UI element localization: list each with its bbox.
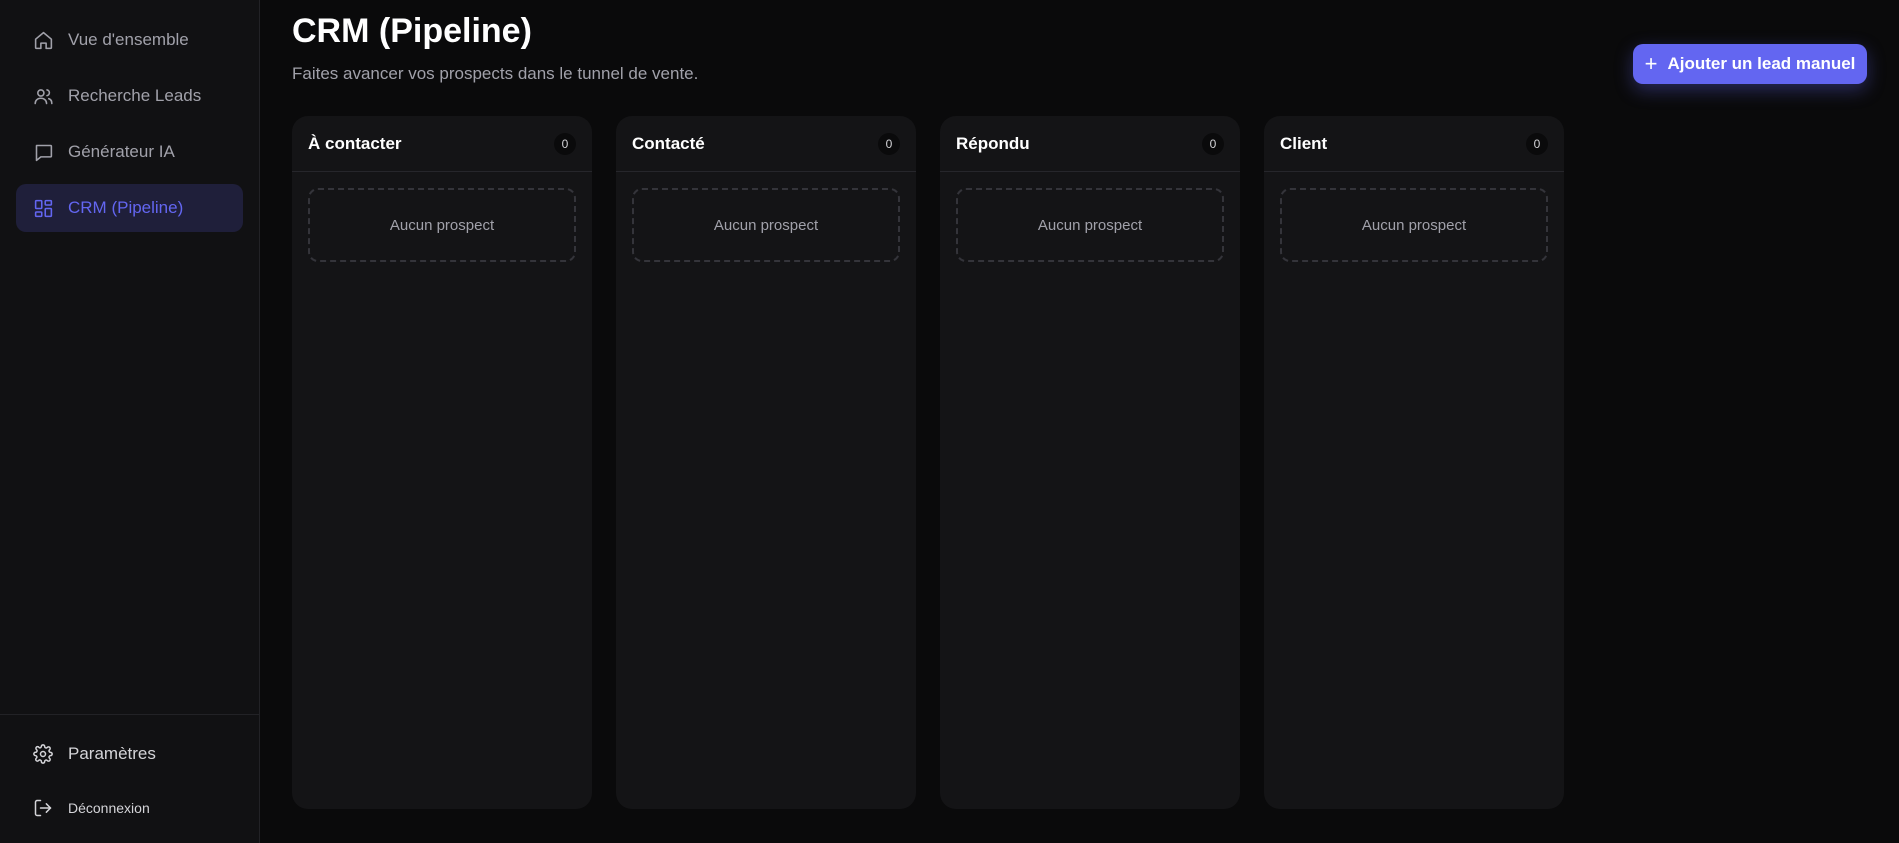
sidebar-item-ai-generator[interactable]: Générateur IA bbox=[16, 128, 243, 176]
grid-icon bbox=[32, 197, 54, 219]
add-lead-button-label: Ajouter un lead manuel bbox=[1667, 54, 1856, 73]
pipeline-column-to-contact[interactable]: À contacter 0 Aucun prospect bbox=[292, 116, 592, 809]
column-body: Aucun prospect bbox=[616, 172, 916, 278]
column-title: À contacter bbox=[308, 133, 402, 153]
sidebar-item-crm-pipeline[interactable]: CRM (Pipeline) bbox=[16, 184, 243, 232]
empty-state: Aucun prospect bbox=[308, 188, 576, 262]
plus-icon: + bbox=[1644, 51, 1658, 76]
pipeline-board: À contacter 0 Aucun prospect Contacté 0 … bbox=[292, 116, 1867, 809]
users-icon bbox=[32, 85, 54, 107]
pipeline-column-client[interactable]: Client 0 Aucun prospect bbox=[1264, 116, 1564, 809]
gear-icon bbox=[32, 743, 54, 765]
settings-label: Paramètres bbox=[68, 744, 156, 763]
column-header: Répondu 0 bbox=[940, 116, 1240, 172]
home-icon bbox=[32, 29, 54, 51]
page-title: CRM (Pipeline) bbox=[292, 12, 532, 50]
column-header: Client 0 bbox=[1264, 116, 1564, 172]
settings-link[interactable]: Paramètres bbox=[16, 731, 243, 777]
logout-link[interactable]: Déconnexion bbox=[16, 785, 243, 831]
sidebar-item-label: CRM (Pipeline) bbox=[68, 198, 184, 217]
empty-state: Aucun prospect bbox=[632, 188, 900, 262]
page-header: CRM (Pipeline) Faites avancer vos prospe… bbox=[292, 0, 1867, 116]
empty-state: Aucun prospect bbox=[956, 188, 1224, 262]
pipeline-column-contacted[interactable]: Contacté 0 Aucun prospect bbox=[616, 116, 916, 809]
column-header: Contacté 0 bbox=[616, 116, 916, 172]
column-body: Aucun prospect bbox=[1264, 172, 1564, 278]
column-title: Client bbox=[1280, 133, 1328, 153]
sidebar: Vue d'ensemble Recherche Leads Générateu… bbox=[0, 0, 260, 843]
sidebar-footer: Paramètres Déconnexion bbox=[0, 714, 259, 843]
logout-label: Déconnexion bbox=[68, 800, 150, 816]
message-square-icon bbox=[32, 141, 54, 163]
column-title: Répondu bbox=[956, 133, 1030, 153]
count-badge: 0 bbox=[1202, 132, 1224, 155]
logout-icon bbox=[32, 797, 54, 819]
sidebar-item-label: Générateur IA bbox=[68, 142, 175, 161]
count-badge: 0 bbox=[554, 132, 576, 155]
count-badge: 0 bbox=[1526, 132, 1548, 155]
sidebar-item-lead-search[interactable]: Recherche Leads bbox=[16, 72, 243, 120]
column-body: Aucun prospect bbox=[940, 172, 1240, 278]
empty-state: Aucun prospect bbox=[1280, 188, 1548, 262]
sidebar-nav: Vue d'ensemble Recherche Leads Générateu… bbox=[0, 0, 259, 240]
pipeline-column-replied[interactable]: Répondu 0 Aucun prospect bbox=[940, 116, 1240, 809]
count-badge: 0 bbox=[878, 132, 900, 155]
column-title: Contacté bbox=[632, 133, 705, 153]
main-content: CRM (Pipeline) Faites avancer vos prospe… bbox=[260, 0, 1899, 843]
page-subtitle: Faites avancer vos prospects dans le tun… bbox=[292, 64, 699, 83]
column-header: À contacter 0 bbox=[292, 116, 592, 172]
sidebar-item-overview[interactable]: Vue d'ensemble bbox=[16, 16, 243, 64]
column-body: Aucun prospect bbox=[292, 172, 592, 278]
sidebar-item-label: Vue d'ensemble bbox=[68, 30, 189, 49]
sidebar-item-label: Recherche Leads bbox=[68, 86, 202, 105]
add-lead-button[interactable]: + Ajouter un lead manuel bbox=[1633, 44, 1867, 84]
